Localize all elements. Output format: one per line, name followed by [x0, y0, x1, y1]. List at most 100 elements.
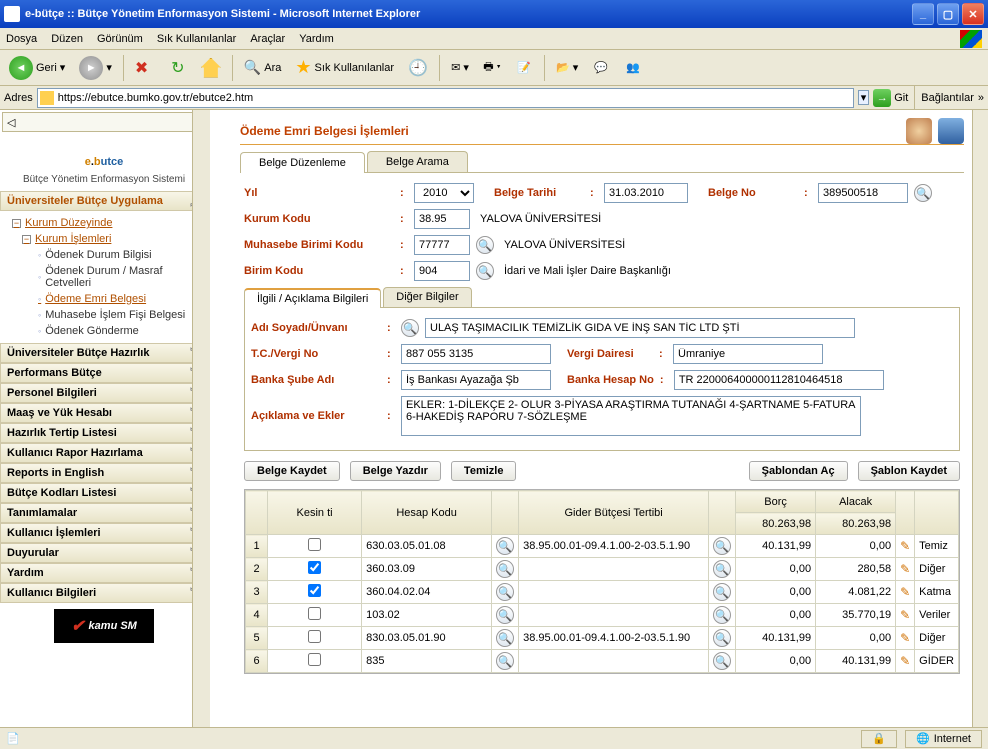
acc-item-5[interactable]: Kullanıcı Rapor Hazırlama︾ [0, 443, 208, 463]
lookup-gider-icon[interactable]: 🔍 [713, 537, 731, 555]
messenger-button[interactable]: 👥 [619, 54, 647, 82]
tab-arama[interactable]: Belge Arama [367, 151, 468, 172]
maximize-button[interactable]: ▢ [937, 3, 959, 25]
lookup-hesap-icon[interactable]: 🔍 [496, 560, 514, 578]
search-belgeno-icon[interactable]: 🔍 [914, 184, 932, 202]
edit-button[interactable]: 📝 [510, 54, 538, 82]
back-button[interactable]: ◄Geri ▾ [4, 54, 70, 82]
input-muhasebe[interactable] [414, 235, 470, 255]
edit-row-icon[interactable]: ✎ [900, 631, 910, 645]
edit-row-icon[interactable]: ✎ [900, 585, 910, 599]
acc-item-9[interactable]: Kullanıcı İşlemleri︾ [0, 523, 208, 543]
row-check[interactable] [308, 607, 321, 620]
sidebar-collapse[interactable]: ◁ [2, 112, 206, 132]
tree-odenek-durum[interactable]: ◦Ödenek Durum Bilgisi [4, 247, 208, 263]
acc-item-3[interactable]: Maaş ve Yük Hesabı︾ [0, 403, 208, 423]
acc-item-12[interactable]: Kullanıcı Bilgileri︾ [0, 583, 208, 603]
table-row[interactable]: 5830.03.05.01.90🔍38.95.00.01-09.4.1.00-2… [246, 627, 959, 650]
table-row[interactable]: 3360.04.02.04🔍🔍0,004.081,22✎Katma [246, 581, 959, 604]
tree-odeme-emri[interactable]: ◦Ödeme Emri Belgesi [4, 291, 208, 307]
input-banka-sube[interactable] [401, 370, 551, 390]
btn-sablon-ac[interactable]: Şablondan Aç [749, 461, 848, 481]
acc-item-7[interactable]: Bütçe Kodları Listesi︾ [0, 483, 208, 503]
links-chevron-icon[interactable]: » [978, 92, 984, 104]
tree-odenek-masraf[interactable]: ◦Ödenek Durum / Masraf Cetvelleri [4, 263, 208, 291]
acc-item-8[interactable]: Tanımlamalar︾ [0, 503, 208, 523]
menu-fav[interactable]: Sık Kullanılanlar [157, 33, 237, 45]
table-row[interactable]: 4103.02🔍🔍0,0035.770,19✎Veriler [246, 604, 959, 627]
col-gider[interactable]: Gider Bütçesi Tertibi [519, 491, 709, 535]
edit-row-icon[interactable]: ✎ [900, 608, 910, 622]
row-check[interactable] [308, 584, 321, 597]
tab-duzenleme[interactable]: Belge Düzenleme [240, 152, 365, 173]
input-kurum[interactable] [414, 209, 470, 229]
acc-item-4[interactable]: Hazırlık Tertip Listesi︾ [0, 423, 208, 443]
subtab-ilgili[interactable]: İlgili / Açıklama Bilgileri [244, 288, 381, 308]
menu-tools[interactable]: Araçlar [250, 33, 285, 45]
table-row[interactable]: 1630.03.05.01.08🔍38.95.00.01-09.4.1.00-2… [246, 535, 959, 558]
col-borc[interactable]: Borç [736, 491, 816, 513]
input-yil[interactable]: 2010 [414, 183, 474, 203]
folder-button[interactable]: 📂 ▾ [551, 54, 583, 82]
menu-file[interactable]: Dosya [6, 33, 37, 45]
tree-kurum-islemleri[interactable]: −Kurum İşlemleri [4, 231, 208, 247]
lookup-hesap-icon[interactable]: 🔍 [496, 606, 514, 624]
acc-item-2[interactable]: Personel Bilgileri︾ [0, 383, 208, 403]
acc-uygulama[interactable]: Üniversiteler Bütçe Uygulama︽ [0, 191, 208, 211]
search-birim-icon[interactable]: 🔍 [476, 262, 494, 280]
minimize-button[interactable]: _ [912, 3, 934, 25]
table-row[interactable]: 6835🔍🔍0,0040.131,99✎GİDER [246, 650, 959, 673]
input-belgeno[interactable] [818, 183, 908, 203]
table-row[interactable]: 2360.03.09🔍🔍0,00280,58✎Diğer [246, 558, 959, 581]
edit-row-icon[interactable]: ✎ [900, 539, 910, 553]
edit-row-icon[interactable]: ✎ [900, 562, 910, 576]
forward-button[interactable]: ► ▾ [74, 54, 117, 82]
btn-sablon-kaydet[interactable]: Şablon Kaydet [858, 461, 960, 481]
lookup-hesap-icon[interactable]: 🔍 [496, 537, 514, 555]
input-adsoyad[interactable] [425, 318, 855, 338]
edit-row-icon[interactable]: ✎ [900, 654, 910, 668]
print-button[interactable]: 🖶 ▾ [478, 54, 506, 82]
btn-kaydet[interactable]: Belge Kaydet [244, 461, 340, 481]
input-aciklama[interactable]: EKLER: 1-DİLEKÇE 2- OLUR 3-PİYASA ARAŞTI… [401, 396, 861, 436]
acc-item-10[interactable]: Duyurular︾ [0, 543, 208, 563]
search-adsoyad-icon[interactable]: 🔍 [401, 319, 419, 337]
input-tarih[interactable] [604, 183, 688, 203]
menu-help[interactable]: Yardım [299, 33, 334, 45]
input-tc[interactable] [401, 344, 551, 364]
input-banka-hesap[interactable] [674, 370, 884, 390]
tree-kurum-duzeyinde[interactable]: −Kurum Düzeyinde [4, 215, 208, 231]
close-button[interactable]: ✕ [962, 3, 984, 25]
favorites-button[interactable]: ★Sık Kullanılanlar [290, 54, 399, 82]
sidebar-scrollbar[interactable] [192, 110, 208, 727]
row-check[interactable] [308, 630, 321, 643]
address-dropdown[interactable]: ▾ [858, 90, 870, 105]
lookup-hesap-icon[interactable]: 🔍 [496, 652, 514, 670]
lookup-gider-icon[interactable]: 🔍 [713, 560, 731, 578]
refresh-button[interactable]: ↻ [164, 54, 192, 82]
lookup-hesap-icon[interactable]: 🔍 [496, 629, 514, 647]
discuss-button[interactable]: 💬 [587, 54, 615, 82]
cashreg-icon[interactable] [938, 118, 964, 144]
address-input[interactable] [37, 88, 854, 108]
content-scrollbar[interactable] [972, 110, 988, 727]
col-alacak[interactable]: Alacak [816, 491, 896, 513]
mail-button[interactable]: ✉ ▾ [446, 54, 474, 82]
input-birim[interactable] [414, 261, 470, 281]
user-icon[interactable] [906, 118, 932, 144]
lookup-gider-icon[interactable]: 🔍 [713, 652, 731, 670]
col-kesinti[interactable]: Kesin ti [268, 491, 362, 535]
go-button[interactable]: →Git [873, 89, 908, 107]
search-button[interactable]: 🔍Ara [239, 54, 287, 82]
acc-item-6[interactable]: Reports in English︾ [0, 463, 208, 483]
acc-item-0[interactable]: Üniversiteler Bütçe Hazırlık︾ [0, 343, 208, 363]
col-hesap[interactable]: Hesap Kodu [362, 491, 492, 535]
menu-view[interactable]: Görünüm [97, 33, 143, 45]
search-muhasebe-icon[interactable]: 🔍 [476, 236, 494, 254]
lookup-gider-icon[interactable]: 🔍 [713, 583, 731, 601]
history-button[interactable]: 🕘 [403, 54, 433, 82]
row-check[interactable] [308, 561, 321, 574]
row-check[interactable] [308, 653, 321, 666]
lookup-gider-icon[interactable]: 🔍 [713, 606, 731, 624]
btn-yazdir[interactable]: Belge Yazdır [350, 461, 441, 481]
